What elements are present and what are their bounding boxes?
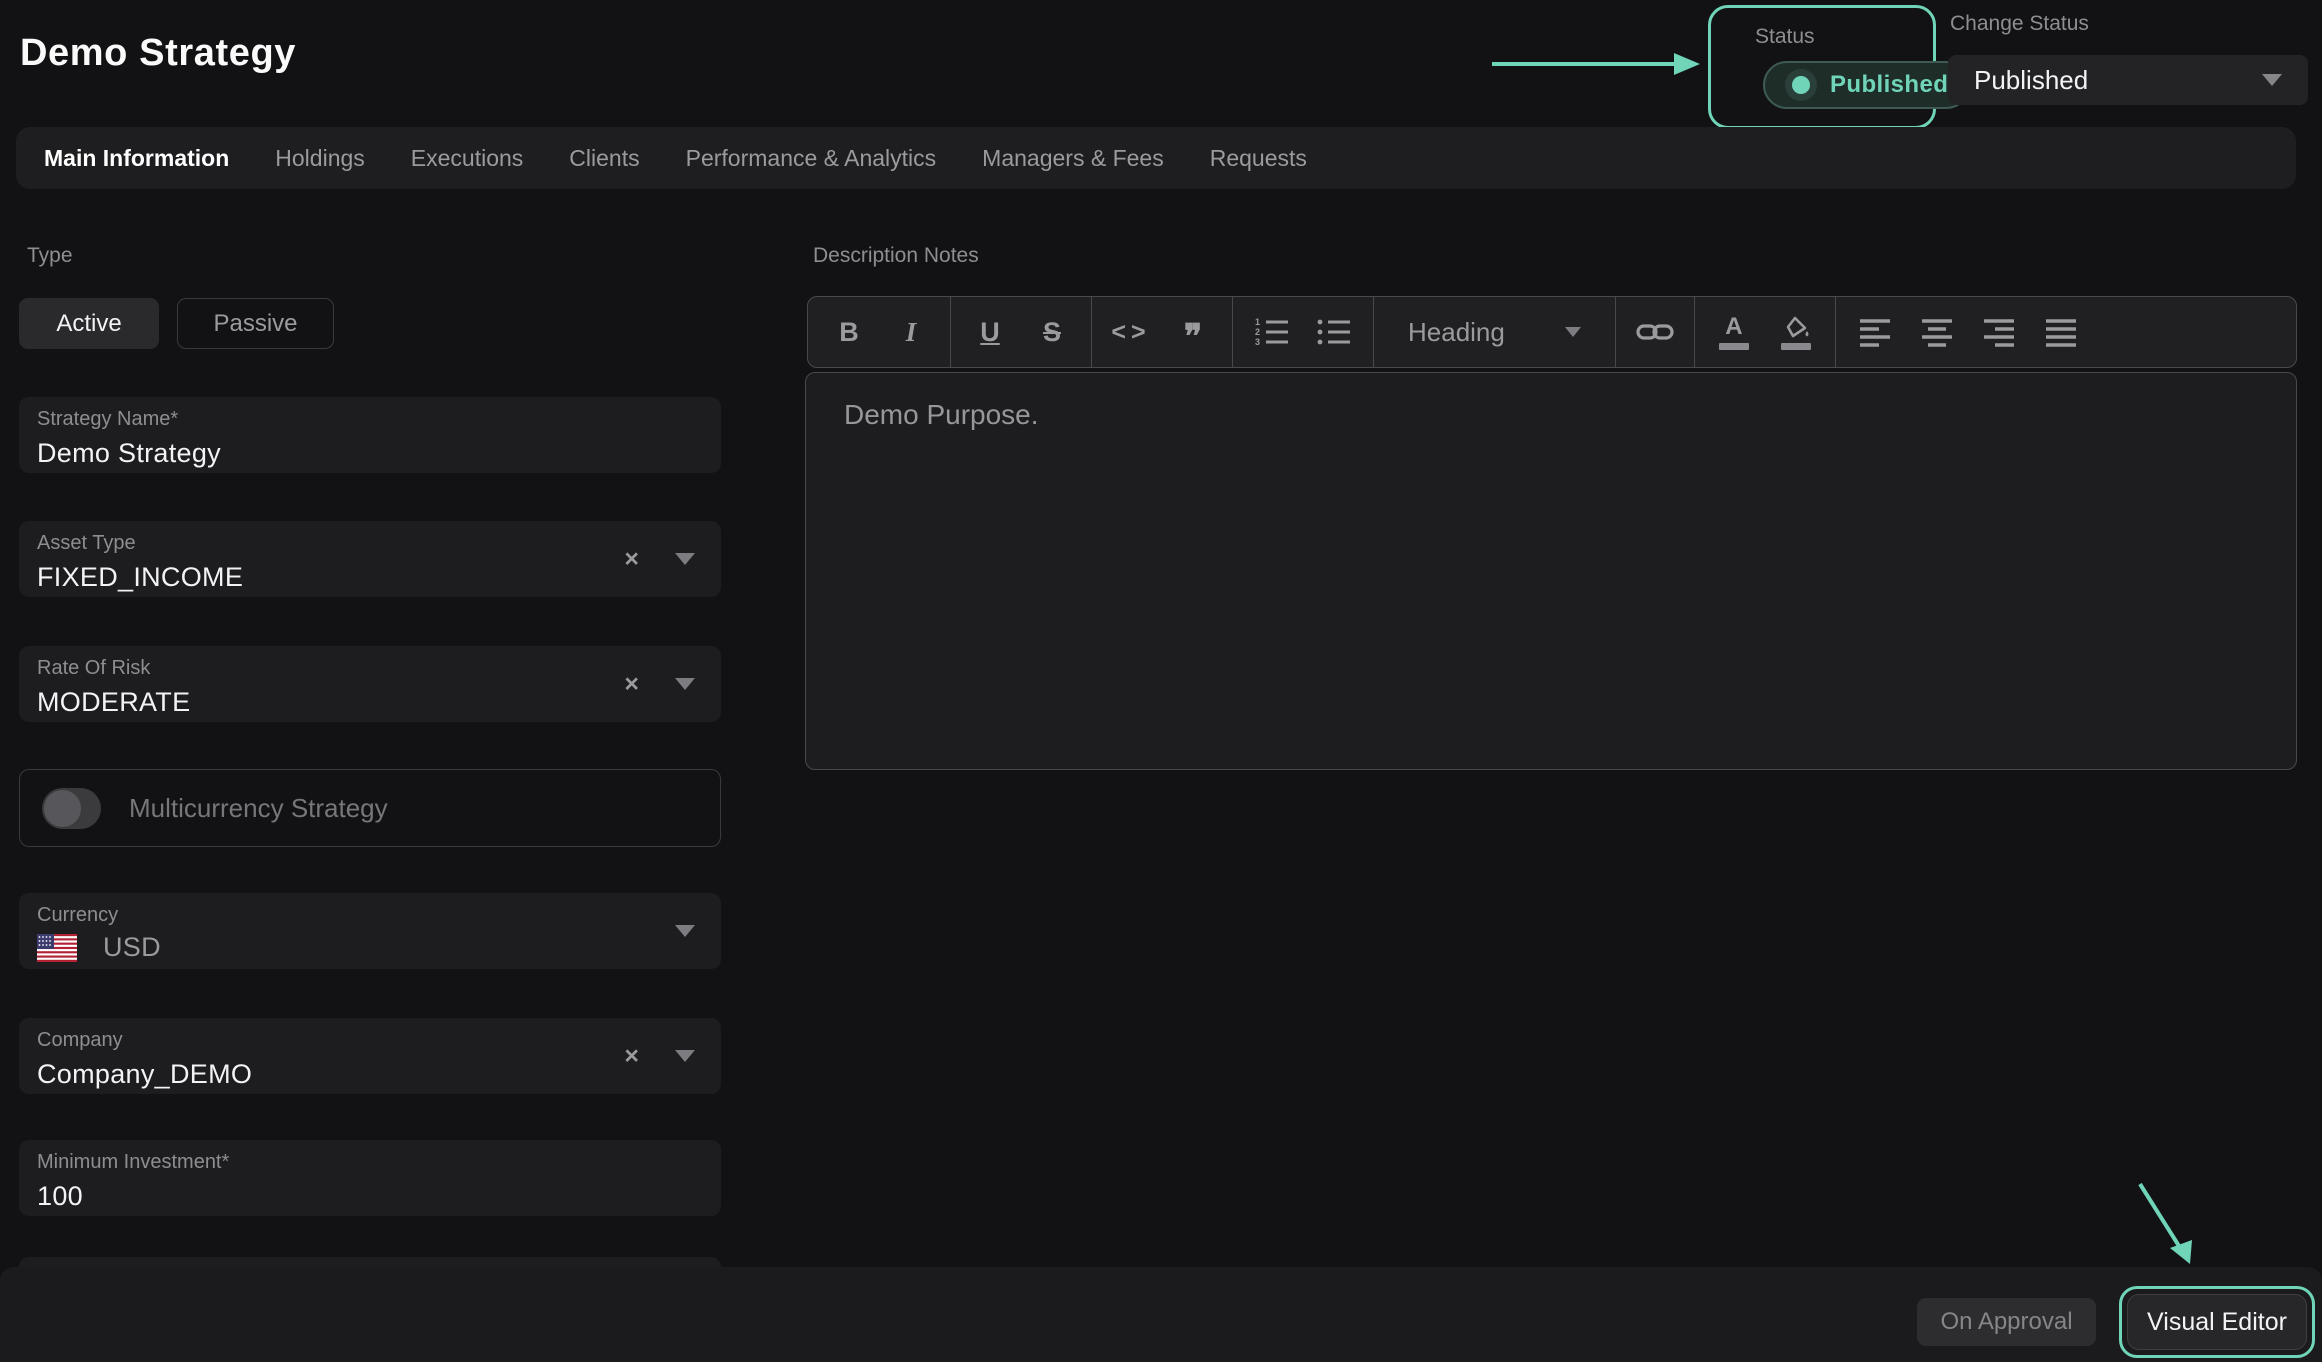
description-notes-label: Description Notes [813,244,979,268]
asset-type-value: FIXED_INCOME [37,562,703,593]
rate-of-risk-label: Rate Of Risk [37,657,703,680]
multicurrency-toggle[interactable] [42,788,101,829]
company-label: Company [37,1029,703,1052]
multicurrency-label: Multicurrency Strategy [129,793,388,824]
bullet-list-button[interactable] [1303,297,1365,367]
tab-holdings[interactable]: Holdings [275,145,365,172]
align-justify-button[interactable] [2030,297,2092,367]
strikethrough-button[interactable]: S [1021,297,1083,367]
editor-toolbar: B I U S <> ❞ 123 [807,296,2297,368]
currency-label: Currency [37,904,703,927]
bullet-list-icon [1316,316,1352,348]
chevron-down-icon[interactable] [675,553,695,565]
minimum-investment-label: Minimum Investment* [37,1151,703,1174]
status-badge: Published [1763,61,1970,109]
tab-performance-analytics[interactable]: Performance & Analytics [686,145,937,172]
tab-requests[interactable]: Requests [1210,145,1307,172]
align-left-icon [1858,317,1892,347]
type-segmented-control: Active Passive [19,298,334,349]
strategy-name-field[interactable]: Strategy Name* Demo Strategy [19,397,721,473]
strategy-name-label: Strategy Name* [37,408,703,431]
asset-type-label: Asset Type [37,532,703,555]
status-dot-icon [1785,69,1817,101]
chevron-down-icon[interactable] [675,1050,695,1062]
us-flag-icon [37,934,77,962]
align-left-button[interactable] [1844,297,1906,367]
type-passive-button[interactable]: Passive [177,298,334,349]
align-center-button[interactable] [1906,297,1968,367]
heading-dropdown[interactable]: Heading [1382,297,1607,367]
description-editor[interactable]: Demo Purpose. [805,372,2297,770]
svg-text:3: 3 [1255,337,1260,347]
on-approval-button[interactable]: On Approval [1917,1298,2096,1346]
underline-button[interactable]: U [959,297,1021,367]
clear-icon[interactable]: × [624,672,639,697]
minimum-investment-value: 100 [37,1181,703,1212]
asset-type-select[interactable]: Asset Type FIXED_INCOME × [19,521,721,597]
ordered-list-button[interactable]: 123 [1241,297,1303,367]
company-value: Company_DEMO [37,1059,703,1090]
heading-dropdown-value: Heading [1408,317,1505,348]
multicurrency-card: Multicurrency Strategy [19,769,721,847]
description-editor-text: Demo Purpose. [844,399,1039,430]
align-center-icon [1920,317,1954,347]
visual-editor-button[interactable]: Visual Editor [2127,1294,2307,1350]
clear-icon[interactable]: × [624,547,639,572]
rate-of-risk-select[interactable]: Rate Of Risk MODERATE × [19,646,721,722]
chevron-down-icon [1565,327,1581,337]
bold-button[interactable]: B [818,297,880,367]
link-icon [1636,319,1674,345]
italic-button[interactable]: I [880,297,942,367]
clear-icon[interactable]: × [624,1044,639,1069]
strategy-name-value: Demo Strategy [37,438,703,469]
change-status-select[interactable]: Published [1948,55,2308,105]
svg-text:2: 2 [1255,327,1260,337]
minimum-investment-field[interactable]: Minimum Investment* 100 [19,1140,721,1216]
change-status-label: Change Status [1950,12,2089,36]
currency-select[interactable]: Currency USD [19,893,721,969]
tab-managers-fees[interactable]: Managers & Fees [982,145,1164,172]
chevron-down-icon [2262,74,2282,86]
currency-value: USD [103,932,161,963]
align-right-icon [1982,317,2016,347]
annotation-arrow-status [1486,48,1704,80]
ordered-list-icon: 123 [1254,316,1290,348]
rate-of-risk-value: MODERATE [37,687,703,718]
change-status-value: Published [1974,65,2088,96]
text-color-icon: A [1725,315,1742,339]
code-button[interactable]: <> [1100,297,1162,367]
chevron-down-icon[interactable] [675,925,695,937]
chevron-down-icon[interactable] [675,678,695,690]
toggle-knob [44,790,81,827]
status-badge-text: Published [1830,71,1948,99]
svg-text:1: 1 [1255,317,1260,327]
type-active-button[interactable]: Active [19,298,159,349]
tab-executions[interactable]: Executions [411,145,524,172]
status-annotation-box: Status Published [1708,5,1936,129]
strategy-page: Demo Strategy Status Published Change St… [0,0,2322,1362]
align-justify-icon [2044,317,2078,347]
tab-clients[interactable]: Clients [569,145,639,172]
link-button[interactable] [1624,297,1686,367]
tab-bar: Main Information Holdings Executions Cli… [16,127,2296,189]
company-select[interactable]: Company Company_DEMO × [19,1018,721,1094]
type-label: Type [27,244,73,268]
visual-editor-annotation-ring: Visual Editor [2119,1286,2315,1358]
blockquote-button[interactable]: ❞ [1162,292,1224,372]
highlight-color-button[interactable] [1765,297,1827,367]
tab-main-information[interactable]: Main Information [44,145,229,172]
text-color-button[interactable]: A [1703,297,1765,367]
status-label: Status [1755,25,1815,49]
align-right-button[interactable] [1968,297,2030,367]
paint-bucket-icon [1781,315,1811,339]
page-title: Demo Strategy [20,32,296,75]
